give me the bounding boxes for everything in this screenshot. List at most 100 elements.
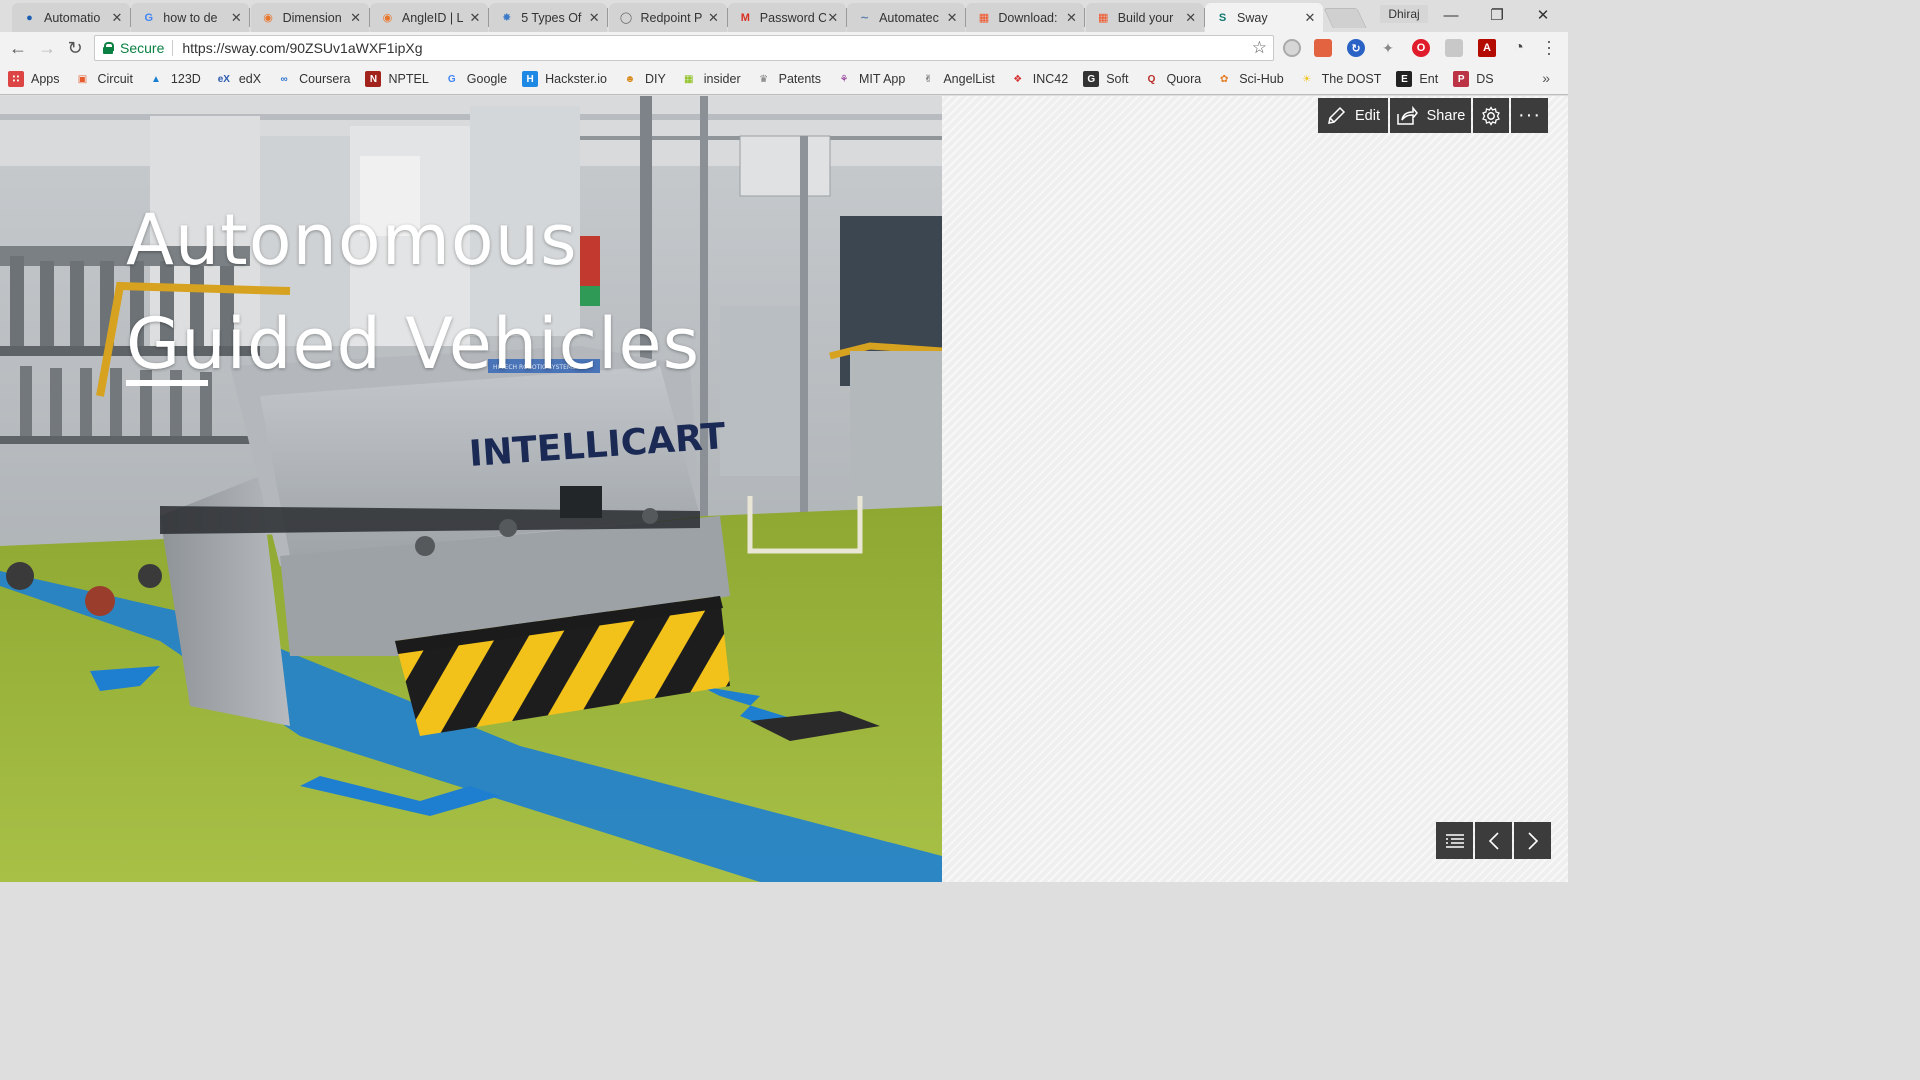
browser-tab[interactable]: ✸ 5 Types Of ✕	[489, 3, 609, 32]
orange-circle-icon: ◉	[382, 12, 393, 24]
edit-button[interactable]: Edit	[1318, 98, 1388, 133]
tab-close-icon[interactable]: ✕	[707, 10, 721, 26]
tab-close-icon[interactable]: ✕	[587, 10, 601, 26]
bookmark-item[interactable]: ☻ DIY	[622, 71, 666, 87]
sway-navigation	[1434, 822, 1551, 859]
navigation-pane-button[interactable]	[1436, 822, 1473, 859]
tab-close-icon[interactable]: ✕	[229, 10, 243, 26]
url-text[interactable]: https://sway.com/90ZSUv1aWXF1ipXg	[182, 40, 422, 56]
title-underline	[126, 380, 208, 386]
address-bar[interactable]: Secure https://sway.com/90ZSUv1aWXF1ipXg…	[94, 35, 1274, 61]
bookmark-item[interactable]: ▦ insider	[681, 71, 741, 87]
minimize-icon[interactable]: —	[1428, 0, 1474, 30]
google-icon: G	[447, 73, 456, 85]
bookmark-label: Coursera	[299, 72, 351, 86]
bookmark-label: Circuit	[97, 72, 133, 86]
bookmark-item[interactable]: E Ent	[1396, 71, 1438, 87]
browser-tab[interactable]: ◉ AngleID | L ✕	[369, 3, 489, 32]
tab-close-icon[interactable]: ✕	[826, 10, 840, 26]
bookmark-label: Ent	[1419, 72, 1439, 86]
extension-acrobat-icon[interactable]: A	[1478, 39, 1496, 57]
extension-circle-icon[interactable]	[1283, 39, 1301, 57]
bulb-icon: ☀	[1302, 73, 1312, 85]
browser-menu-icon[interactable]: · · ·	[1542, 32, 1556, 62]
browser-tab[interactable]: S Sway ✕	[1205, 3, 1323, 32]
tab-close-icon[interactable]: ✕	[468, 10, 482, 26]
bookmark-item[interactable]: P DS	[1453, 71, 1494, 87]
extension-gauge-icon[interactable]: ◔	[1510, 39, 1528, 57]
settings-button[interactable]	[1473, 98, 1509, 133]
reload-icon[interactable]: ↻	[62, 36, 88, 60]
page-title: Autonomous Guided Vehicles	[126, 188, 886, 396]
tab-title: Redpoint P	[640, 10, 703, 25]
extension-opera-icon[interactable]: O	[1412, 39, 1430, 57]
extension-blue-icon[interactable]: ↻	[1347, 39, 1365, 57]
browser-tab[interactable]: ● Automatio ✕	[12, 3, 131, 32]
close-window-icon[interactable]: ✕	[1520, 0, 1566, 30]
bookmark-item[interactable]: N NPTEL	[365, 71, 429, 87]
bookmark-item[interactable]: ✌ AngelList	[920, 71, 995, 87]
extension-grey-icon[interactable]	[1445, 39, 1463, 57]
bookmark-item[interactable]: H Hackster.io	[522, 71, 607, 87]
more-bookmarks-icon[interactable]: »	[1542, 70, 1550, 86]
browser-tab[interactable]: Ghow to de ✕	[131, 3, 251, 32]
profile-button[interactable]: Dhiraj	[1380, 5, 1428, 23]
browser-tab[interactable]: M Password C ✕	[727, 3, 847, 32]
browser-toolbar: ← → ↻ Secure https://sway.com/90ZSUv1aWX…	[0, 32, 1568, 64]
share-button[interactable]: Share	[1390, 98, 1471, 133]
tab-title: Automatio	[44, 10, 101, 25]
edit-label: Edit	[1355, 107, 1380, 124]
bookmark-item[interactable]: ▣ Circuit	[75, 71, 133, 87]
coursera-icon: ∞	[280, 73, 288, 85]
forward-arrow-icon[interactable]: →	[34, 36, 60, 60]
tab-close-icon[interactable]: ✕	[945, 10, 959, 26]
bookmark-item[interactable]: G Google	[444, 71, 507, 87]
browser-tab[interactable]: ∼ Automatec ✕	[847, 3, 967, 32]
tab-close-icon[interactable]: ✕	[1064, 10, 1078, 26]
title-line-2: Guided Vehicles	[126, 303, 701, 385]
bookmark-item[interactable]: Q Quora	[1143, 71, 1202, 87]
car-icon: ∼	[859, 12, 870, 24]
bookmark-item[interactable]: ♛ Patents	[756, 71, 821, 87]
bookmark-item[interactable]: ✿ Sci-Hub	[1216, 71, 1284, 87]
bookmark-label: 123D	[170, 72, 201, 86]
bookmark-label: insider	[703, 72, 741, 86]
bookmark-item[interactable]: ∞ Coursera	[276, 71, 350, 87]
google-icon: G	[144, 11, 154, 24]
new-tab-button[interactable]	[1323, 8, 1367, 28]
extension-dropbox-icon[interactable]: ✦	[1379, 39, 1397, 57]
extension-shield-icon[interactable]	[1314, 39, 1332, 57]
bookmark-item[interactable]: eX edX	[216, 71, 261, 87]
bookmark-item[interactable]: G Soft	[1083, 71, 1128, 87]
browser-tab[interactable]: ▦ Download: ✕	[966, 3, 1086, 32]
bookmark-star-icon[interactable]: ☆	[1252, 38, 1267, 58]
tab-close-icon[interactable]: ✕	[349, 10, 363, 26]
bookmark-item[interactable]: ☀ The DOST	[1299, 71, 1381, 87]
bookmark-label: Sci-Hub	[1239, 72, 1284, 86]
browser-tab[interactable]: ◯ Redpoint P ✕	[608, 3, 728, 32]
more-options-button[interactable]: ···	[1511, 98, 1548, 133]
tab-title: Build your	[1117, 10, 1174, 25]
tab-close-icon[interactable]: ✕	[1184, 10, 1198, 26]
bookmark-item[interactable]: ▲ 123D	[148, 71, 201, 87]
bookmark-item[interactable]: ∷ Apps	[8, 71, 60, 87]
bookmark-label: Google	[466, 72, 508, 86]
browser-tab[interactable]: ◉ Dimension ✕	[250, 3, 370, 32]
tab-title: Download:	[998, 10, 1058, 25]
bookmark-item[interactable]: ⚘ MIT App	[836, 71, 906, 87]
bookmark-label: DS	[1476, 72, 1494, 86]
list-icon	[1445, 833, 1465, 849]
bookmark-label: INC42	[1032, 72, 1069, 86]
tab-close-icon[interactable]: ✕	[110, 10, 124, 26]
back-arrow-icon[interactable]: ←	[5, 36, 31, 60]
pencil-icon	[1326, 106, 1346, 126]
bookmark-item[interactable]: ❖ INC42	[1010, 71, 1068, 87]
bookmark-label: AngelList	[943, 72, 995, 86]
browser-tab[interactable]: ▦ Build your ✕	[1085, 3, 1205, 32]
tab-close-icon[interactable]: ✕	[1303, 10, 1317, 26]
divider	[172, 40, 174, 56]
restore-icon[interactable]: ❐	[1474, 0, 1520, 30]
chevron-right-icon	[1527, 831, 1539, 850]
next-button[interactable]	[1514, 822, 1551, 859]
previous-button[interactable]	[1475, 822, 1512, 859]
